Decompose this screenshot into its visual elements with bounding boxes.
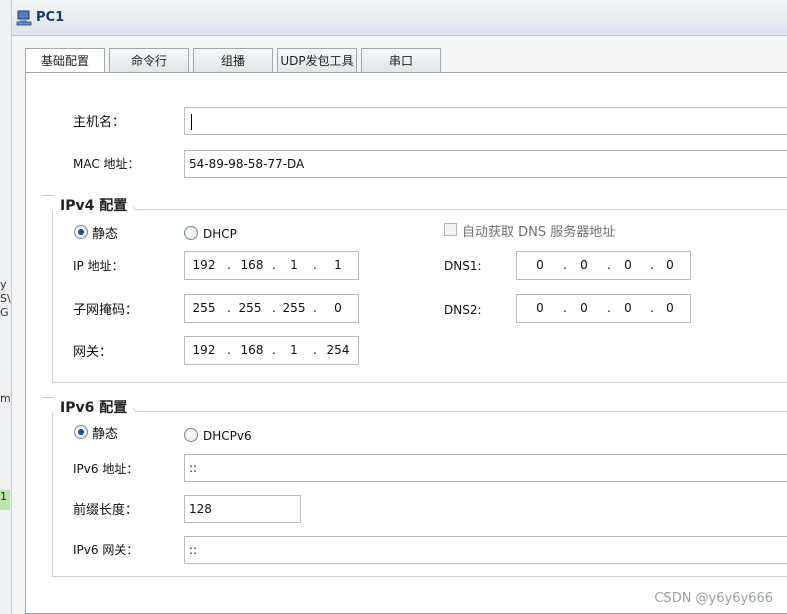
hostname-input[interactable] — [184, 107, 787, 135]
title-bar: PC1 — [12, 0, 787, 36]
ip-octet: 255 — [238, 301, 262, 315]
ip-address-input[interactable]: 192. 168. 1. 1 — [184, 251, 359, 280]
ip-octet: 1 — [290, 343, 298, 357]
watermark: CSDN @y6y6y666 — [654, 591, 773, 606]
prefix-length-label: 前缀长度： — [73, 503, 139, 518]
hostname-label: 主机名： — [73, 115, 126, 130]
tab-label: 串口 — [388, 54, 413, 68]
ipv4-static-radio[interactable] — [74, 225, 88, 239]
ipv6-gateway-input[interactable]: :: — [184, 536, 787, 564]
ipv6-dhcpv6-label: DHCPv6 — [203, 429, 252, 443]
subnet-mask-label: 子网掩码： — [73, 303, 139, 318]
ip-octet: 0 — [580, 258, 588, 272]
dns2-label: DNS2: — [444, 303, 482, 317]
background-text: 1 — [0, 490, 7, 503]
ip-octet: 0 — [536, 301, 544, 315]
ipv6-gateway-label: IPv6 网关： — [73, 543, 139, 557]
ip-octet: 0 — [624, 258, 632, 272]
ip-octet: 255 — [282, 301, 306, 315]
ip-octet: 0 — [334, 301, 342, 315]
tab-command-line[interactable]: 命令行 — [109, 48, 189, 73]
ipv6-group-title: IPv6 配置 — [54, 397, 134, 417]
ipv6-dhcpv6-radio[interactable] — [184, 428, 198, 442]
ip-octet: 0 — [580, 301, 588, 315]
tab-multicast[interactable]: 组播 — [193, 48, 273, 73]
ipv4-dhcp-radio[interactable] — [184, 226, 198, 240]
window-title: PC1 — [36, 10, 65, 25]
background-text: S\ — [0, 292, 11, 305]
ip-octet: 0 — [666, 301, 674, 315]
gateway-input[interactable]: 192. 168. 1. 254 — [184, 336, 359, 365]
auto-dns-checkbox[interactable] — [444, 223, 457, 236]
ipv4-static-label: 静态 — [92, 227, 119, 242]
pc-config-window: 基础配置 命令行 组播 UDP发包工具 串口 主机名： MAC 地址： 54-8… — [12, 36, 787, 614]
dns1-input[interactable]: 0. 0. 0. 0 — [516, 251, 691, 280]
tab-label: 基础配置 — [40, 54, 89, 68]
pc-icon — [16, 9, 34, 27]
ip-octet: 255 — [192, 301, 216, 315]
background-text: y — [0, 278, 7, 291]
ipv6-address-input[interactable]: :: — [184, 454, 787, 482]
ip-octet: 254 — [326, 343, 350, 357]
background-text: G — [0, 306, 9, 319]
ip-octet: 168 — [240, 258, 264, 272]
ip-octet: 168 — [240, 343, 264, 357]
mac-address-field: 54-89-98-58-77-DA — [184, 150, 787, 178]
ip-octet: 0 — [666, 258, 674, 272]
ip-octet: 192 — [192, 258, 216, 272]
auto-dns-label: 自动获取 DNS 服务器地址 — [462, 225, 616, 240]
dns1-label: DNS1: — [444, 259, 482, 273]
mac-label: MAC 地址： — [73, 157, 140, 171]
background-app-strip: y S\ G m 1 — [0, 0, 12, 614]
tab-basic-config[interactable]: 基础配置 — [25, 48, 105, 74]
gateway-label: 网关： — [73, 345, 113, 360]
ipv6-static-label: 静态 — [92, 427, 119, 442]
basic-config-panel: 主机名： MAC 地址： 54-89-98-58-77-DA IPv4 配置 静… — [25, 72, 787, 614]
background-status-cell: 1 — [0, 490, 10, 510]
text-caret — [191, 113, 192, 130]
ipv4-group-title: IPv4 配置 — [54, 195, 134, 215]
tab-udp-tool[interactable]: UDP发包工具 — [277, 48, 357, 73]
dns2-input[interactable]: 0. 0. 0. 0 — [516, 294, 691, 323]
subnet-mask-input[interactable]: 255. 255. 255. 0 — [184, 294, 359, 323]
ip-octet: 1 — [334, 258, 342, 272]
tab-label: 组播 — [220, 54, 245, 68]
prefix-length-input[interactable]: 128 — [184, 495, 301, 523]
ipv6-address-label: IPv6 地址： — [73, 462, 139, 476]
tab-label: 命令行 — [130, 54, 167, 68]
tab-serial[interactable]: 串口 — [361, 48, 441, 73]
ip-octet: 1 — [290, 258, 298, 272]
ip-octet: 192 — [192, 343, 216, 357]
ipv4-dhcp-label: DHCP — [203, 227, 237, 241]
ip-address-label: IP 地址： — [73, 259, 124, 273]
ip-octet: 0 — [536, 258, 544, 272]
tab-label: UDP发包工具 — [280, 54, 354, 68]
ip-octet: 0 — [624, 301, 632, 315]
background-text: m — [0, 392, 11, 405]
ipv6-static-radio[interactable] — [74, 425, 88, 439]
